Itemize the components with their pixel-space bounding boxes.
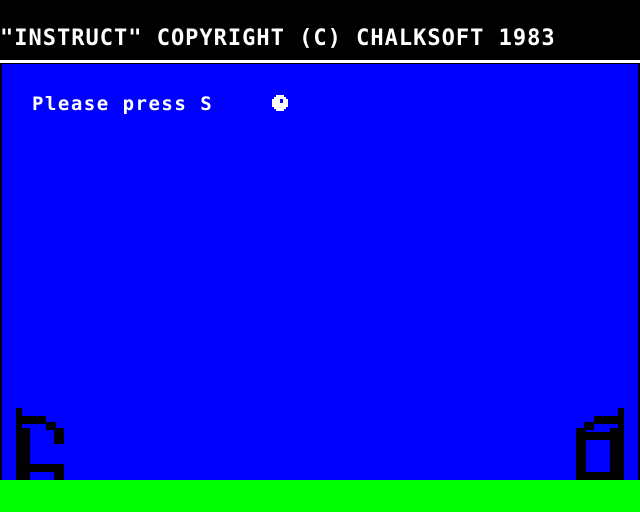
play-area[interactable] <box>2 64 638 480</box>
header-divider <box>0 60 640 63</box>
title-bar: "INSTRUCT" COPYRIGHT (C) CHALKSOFT 1983 <box>0 0 640 64</box>
left-goalpost-icon <box>16 408 64 480</box>
prompt-text: Please press S <box>32 93 214 115</box>
right-goalpost-icon <box>576 408 624 480</box>
ball-icon <box>272 95 288 111</box>
title-text: "INSTRUCT" COPYRIGHT (C) CHALKSOFT 1983 <box>0 26 556 51</box>
ground <box>0 480 640 512</box>
